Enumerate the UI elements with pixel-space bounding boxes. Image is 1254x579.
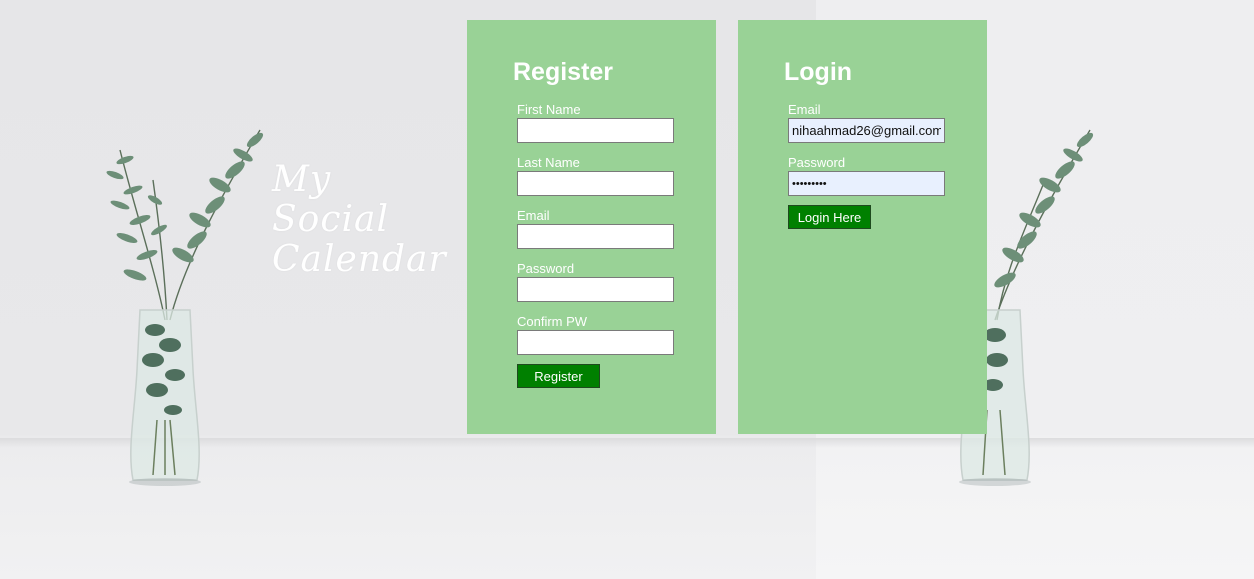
login-heading: Login <box>784 58 853 86</box>
register-password-label: Password <box>517 261 575 276</box>
page: My Social Calendar Register First Name L… <box>0 0 1254 579</box>
login-button[interactable]: Login Here <box>788 205 871 229</box>
logo-line: My <box>272 159 332 200</box>
logo-line: Social <box>272 199 389 240</box>
eucalyptus-vase-image <box>106 129 264 486</box>
first-name-input[interactable] <box>517 118 674 143</box>
register-email-field: Email <box>517 208 674 249</box>
register-password-input[interactable] <box>517 277 674 302</box>
register-button[interactable]: Register <box>517 364 600 388</box>
last-name-field: Last Name <box>517 155 674 196</box>
register-password-field: Password <box>517 261 674 302</box>
last-name-input[interactable] <box>517 171 674 196</box>
login-password-field: Password <box>788 155 945 196</box>
login-email-input[interactable] <box>788 118 945 143</box>
login-password-label: Password <box>788 155 846 170</box>
login-password-input[interactable] <box>788 171 945 196</box>
register-heading: Register <box>513 58 614 86</box>
register-panel: Register First Name Last Name Email Pass… <box>467 20 716 434</box>
confirm-password-field: Confirm PW <box>517 314 674 355</box>
login-email-label: Email <box>788 102 821 117</box>
register-email-label: Email <box>517 208 550 223</box>
confirm-password-input[interactable] <box>517 330 674 355</box>
site-logo: My Social Calendar <box>272 160 447 280</box>
register-email-input[interactable] <box>517 224 674 249</box>
first-name-field: First Name <box>517 102 674 143</box>
last-name-label: Last Name <box>517 155 580 170</box>
first-name-label: First Name <box>517 102 581 117</box>
login-panel: Login Email Password Login Here <box>738 20 987 434</box>
login-email-field: Email <box>788 102 945 143</box>
confirm-password-label: Confirm PW <box>517 314 588 329</box>
logo-line: Calendar <box>272 239 447 280</box>
